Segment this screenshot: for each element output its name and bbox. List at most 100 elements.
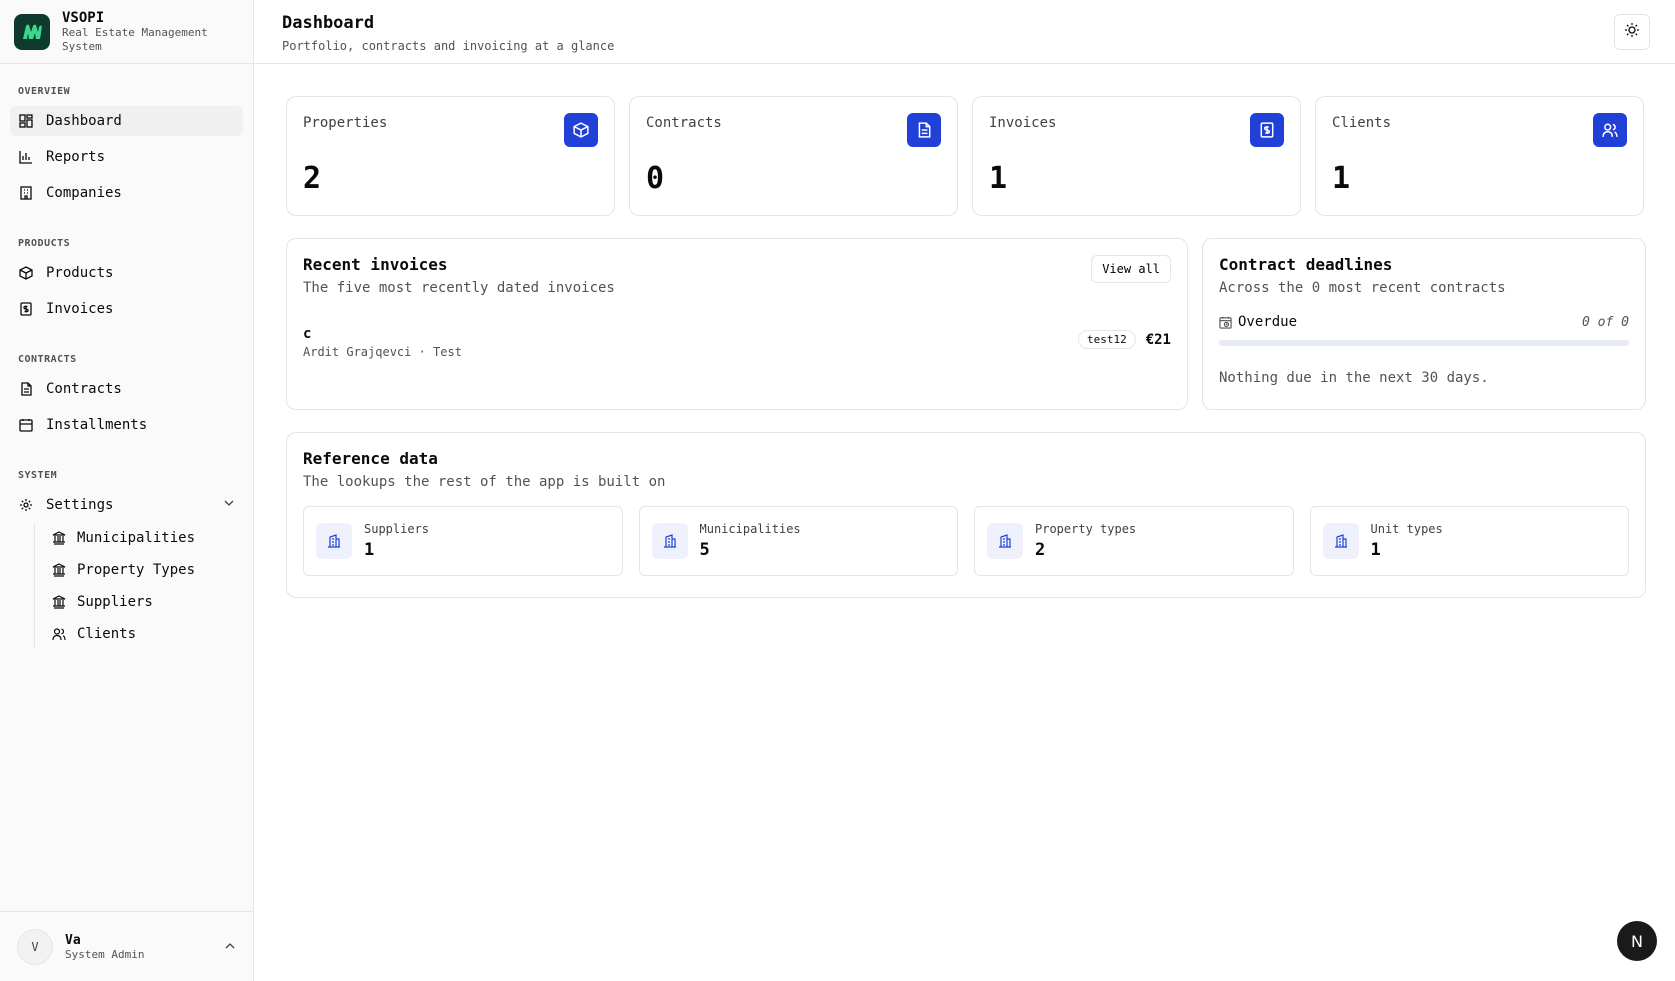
reference-value: 1 bbox=[1370, 540, 1381, 560]
sidebar-item-reports[interactable]: Reports bbox=[10, 142, 243, 172]
dev-tools-badge[interactable]: N bbox=[1617, 921, 1657, 961]
settings-subnav: Municipalities Property Types Suppliers … bbox=[34, 524, 243, 648]
sidebar-item-municipalities[interactable]: Municipalities bbox=[45, 524, 243, 552]
stat-value: 1 bbox=[1332, 161, 1351, 196]
nav-heading-overview: OVERVIEW bbox=[18, 86, 71, 97]
sidebar-item-label: Companies bbox=[46, 185, 122, 201]
reference-label: Property types bbox=[1035, 522, 1137, 536]
calendar-icon bbox=[18, 417, 34, 433]
sidebar: VSOPI Real Estate Management System OVER… bbox=[0, 0, 254, 981]
empty-message: Nothing due in the next 30 days. bbox=[1219, 370, 1489, 386]
stat-value: 1 bbox=[989, 161, 1008, 196]
receipt-icon bbox=[18, 301, 34, 317]
building-icon bbox=[651, 523, 688, 559]
reference-data-card: Reference data The lookups the rest of t… bbox=[286, 432, 1646, 598]
brand-name: VSOPI bbox=[62, 9, 105, 26]
cube-icon bbox=[564, 113, 598, 147]
sidebar-item-label: Dashboard bbox=[46, 113, 122, 129]
reference-item-property-types[interactable]: Property types 2 bbox=[974, 506, 1294, 576]
sidebar-item-label: Settings bbox=[46, 497, 114, 513]
user-name: Va bbox=[65, 932, 81, 948]
sidebar-item-label: Property Types bbox=[77, 562, 196, 578]
reference-label: Suppliers bbox=[364, 522, 430, 536]
invoice-tag: test12 bbox=[1077, 330, 1136, 349]
building-icon bbox=[987, 523, 1023, 559]
sidebar-item-label: Suppliers bbox=[77, 594, 153, 610]
card-title: Recent invoices bbox=[303, 255, 448, 274]
brand-subtitle: Real Estate Management System bbox=[62, 25, 208, 53]
sidebar-item-label: Clients bbox=[77, 626, 137, 642]
view-all-button[interactable]: View all bbox=[1091, 255, 1171, 283]
overdue-progress-bar bbox=[1219, 340, 1629, 346]
sidebar-item-clients[interactable]: Clients bbox=[45, 620, 243, 648]
page-subtitle: Portfolio, contracts and invoicing at a … bbox=[282, 39, 615, 53]
sidebar-item-label: Products bbox=[46, 265, 114, 281]
landmark-icon bbox=[51, 562, 67, 578]
list-item[interactable]: c Ardit Grajqevci · Test test12 €21 bbox=[303, 326, 1171, 359]
building-icon bbox=[18, 185, 34, 201]
reference-item-unit-types[interactable]: Unit types 1 bbox=[1309, 506, 1629, 576]
reference-item-suppliers[interactable]: Suppliers 1 bbox=[303, 506, 623, 576]
bar-chart-icon bbox=[18, 149, 34, 165]
sidebar-item-products[interactable]: Products bbox=[10, 258, 243, 288]
sidebar-item-companies[interactable]: Companies bbox=[10, 178, 243, 208]
nav-heading-system: SYSTEM bbox=[18, 470, 58, 481]
recent-invoices-card: Recent invoices The five most recently d… bbox=[286, 238, 1188, 410]
building-icon bbox=[1322, 523, 1359, 559]
sidebar-item-settings[interactable]: Settings bbox=[10, 490, 243, 520]
card-subtitle: The lookups the rest of the app is built… bbox=[303, 474, 666, 490]
stat-value: 2 bbox=[303, 161, 322, 196]
sidebar-item-label: Installments bbox=[46, 417, 148, 433]
sidebar-item-installments[interactable]: Installments bbox=[10, 410, 243, 440]
users-icon bbox=[51, 626, 67, 642]
stat-label: Properties bbox=[303, 115, 388, 131]
sidebar-item-contracts[interactable]: Contracts bbox=[10, 374, 243, 404]
chevron-up-icon[interactable] bbox=[224, 937, 236, 956]
sidebar-item-dashboard[interactable]: Dashboard bbox=[10, 106, 243, 136]
dashboard-icon bbox=[18, 113, 34, 129]
file-text-icon bbox=[18, 381, 34, 397]
reference-label: Municipalities bbox=[699, 522, 801, 536]
invoice-amount: €21 bbox=[1145, 331, 1171, 348]
sidebar-item-invoices[interactable]: Invoices bbox=[10, 294, 243, 324]
overdue-label: Overdue bbox=[1238, 314, 1298, 330]
reference-label: Unit types bbox=[1370, 522, 1443, 536]
sidebar-item-suppliers[interactable]: Suppliers bbox=[45, 588, 243, 616]
file-text-icon bbox=[907, 113, 941, 147]
reference-value: 1 bbox=[364, 540, 375, 560]
sidebar-item-label: Reports bbox=[46, 149, 106, 165]
building-icon bbox=[316, 523, 352, 559]
card-title: Contract deadlines bbox=[1219, 255, 1393, 274]
users-icon bbox=[1593, 113, 1627, 147]
overdue-row: Overdue 0 of 0 bbox=[1219, 314, 1629, 330]
nav-heading-products: PRODUCTS bbox=[18, 238, 71, 249]
package-icon bbox=[18, 265, 34, 281]
reference-value: 2 bbox=[1035, 540, 1046, 560]
stat-card-contracts: Contracts 0 bbox=[629, 96, 958, 216]
calendar-clock-icon bbox=[1219, 316, 1232, 329]
sidebar-item-property-types[interactable]: Property Types bbox=[45, 556, 243, 584]
sun-icon bbox=[1624, 22, 1640, 42]
theme-toggle-button[interactable] bbox=[1614, 14, 1650, 50]
stat-label: Contracts bbox=[646, 115, 722, 131]
nav-heading-contracts: CONTRACTS bbox=[18, 354, 77, 365]
stats-row: Properties 2 Contracts 0 Invoices 1 Clie… bbox=[286, 96, 1646, 216]
stat-label: Invoices bbox=[989, 115, 1057, 131]
landmark-icon bbox=[51, 530, 67, 546]
invoice-title: c bbox=[303, 326, 312, 342]
sidebar-item-label: Contracts bbox=[46, 381, 122, 397]
card-subtitle: Across the 0 most recent contracts bbox=[1219, 280, 1506, 296]
card-title: Reference data bbox=[303, 449, 438, 468]
stat-card-invoices: Invoices 1 bbox=[972, 96, 1301, 216]
stat-value: 0 bbox=[646, 161, 665, 196]
chevron-down-icon[interactable] bbox=[223, 497, 235, 513]
overdue-count: 0 of 0 bbox=[1582, 314, 1629, 330]
stat-card-clients: Clients 1 bbox=[1315, 96, 1644, 216]
reference-item-municipalities[interactable]: Municipalities 5 bbox=[638, 506, 958, 576]
user-menu[interactable]: V Va System Admin bbox=[0, 911, 253, 981]
page-header: Dashboard Portfolio, contracts and invoi… bbox=[254, 0, 1675, 64]
gear-icon bbox=[18, 497, 34, 513]
brand[interactable]: VSOPI Real Estate Management System bbox=[0, 0, 253, 64]
card-subtitle: The five most recently dated invoices bbox=[303, 280, 615, 296]
landmark-icon bbox=[51, 594, 67, 610]
